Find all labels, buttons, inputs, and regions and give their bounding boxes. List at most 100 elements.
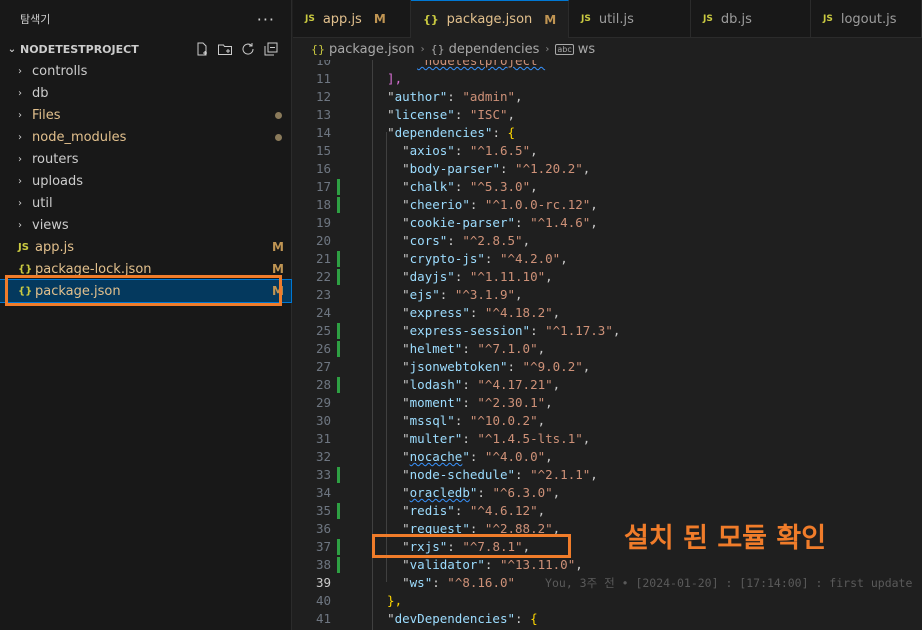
comma: ,: [590, 197, 598, 212]
comma: ,: [552, 521, 561, 536]
line-number: 11: [315, 71, 331, 86]
json-key: express: [409, 305, 463, 320]
tab-logout-js[interactable]: JS logout.js: [811, 0, 922, 38]
modified-badge: M: [272, 284, 284, 298]
line-number: 19: [315, 215, 331, 230]
bracket: },: [372, 593, 403, 608]
json-key: author: [394, 89, 440, 104]
json-value: ISC: [477, 107, 500, 122]
line-number: 39: [315, 575, 331, 590]
quote: ": [387, 125, 395, 140]
quote: ": [402, 269, 410, 284]
code-line: 38 "validator": "^13.11.0",: [293, 556, 922, 574]
string-icon: abc: [555, 43, 574, 55]
git-added-marker: [337, 557, 340, 573]
chevron-right-icon: ›: [18, 87, 22, 99]
code-text: "moment": "^2.30.1",: [372, 394, 553, 412]
comma: ,: [522, 539, 531, 554]
colon: :: [469, 449, 485, 464]
code-line: 18 "cheerio": "^1.0.0-rc.12",: [293, 196, 922, 214]
git-added-marker: [337, 467, 340, 483]
new-file-icon[interactable]: [194, 41, 210, 57]
json-value: ^4.2.0: [507, 251, 553, 266]
file-tree: › controlls › db › Files › node_modules › routers…: [0, 60, 292, 303]
json-file-icon: {}: [311, 42, 325, 56]
colon: :: [477, 485, 493, 500]
new-folder-icon[interactable]: [217, 41, 233, 57]
more-actions-icon[interactable]: ···: [257, 10, 275, 29]
tab-app-js[interactable]: JS app.js M: [293, 0, 411, 38]
tree-item-node-modules[interactable]: › node_modules: [0, 126, 291, 148]
breadcrumb: {} package.json › {} dependencies › abc …: [293, 38, 922, 60]
code-line: 14 "dependencies": {: [293, 124, 922, 142]
quote: ": [402, 413, 410, 428]
comma: ,: [552, 305, 561, 320]
quote: ": [402, 503, 410, 518]
code-line: 17 "chalk": "^5.3.0",: [293, 178, 922, 196]
json-value: ^1.6.5: [477, 143, 523, 158]
code-text: "validator": "^13.11.0",: [372, 556, 583, 574]
code-editor[interactable]: 10 "nodetestproject" 11 ], 12 "author": "a…: [293, 60, 922, 630]
code-line: 20 "cors": "^2.8.5",: [293, 232, 922, 250]
quote: ": [402, 341, 410, 356]
quote: ": [545, 305, 553, 320]
quote: ": [402, 197, 410, 212]
code-line: 29 "moment": "^2.30.1",: [293, 394, 922, 412]
breadcrumb-leaf[interactable]: ws: [578, 42, 595, 57]
tree-item-views[interactable]: › views: [0, 214, 291, 236]
tree-item-db[interactable]: › db: [0, 82, 291, 104]
quote: ": [402, 323, 410, 338]
tab-util-js[interactable]: JS util.js: [569, 0, 691, 38]
chevron-right-icon: ›: [18, 175, 22, 187]
annotation-text: 설치 된 모듈 확인: [624, 523, 827, 554]
comma: ,: [522, 233, 531, 248]
quote: ": [530, 503, 538, 518]
tree-item-package-json[interactable]: {} package.json M: [0, 279, 292, 303]
tree-item-util[interactable]: › util: [0, 192, 291, 214]
tree-item-app-js[interactable]: JS app.js M: [0, 236, 291, 258]
colon: :: [499, 161, 516, 176]
tree-item-routers[interactable]: › routers: [0, 148, 291, 170]
colon: :: [484, 251, 500, 266]
quote: ": [530, 341, 538, 356]
collapse-all-icon[interactable]: [263, 41, 279, 57]
quote: ": [402, 521, 410, 536]
breadcrumb-file[interactable]: package.json: [329, 42, 415, 57]
quote: ": [537, 395, 546, 410]
tab-db-js[interactable]: JS db.js: [691, 0, 811, 38]
tab-label: app.js: [322, 11, 362, 27]
changes-dot-icon: [265, 111, 291, 119]
line-number: 31: [315, 431, 331, 446]
colon: :: [432, 575, 448, 590]
quote: ": [507, 467, 516, 482]
code-line: 19 "cookie-parser": "^1.4.6",: [293, 214, 922, 232]
tree-item-files[interactable]: › Files: [0, 104, 291, 126]
quote: ": [462, 521, 470, 536]
breadcrumb-section[interactable]: dependencies: [449, 42, 540, 57]
code-line: 36 "request": "^2.88.2",: [293, 520, 922, 538]
code-text: "nocache": "^4.0.0",: [372, 448, 553, 466]
quote: ": [432, 287, 440, 302]
tree-item-package-lock-json[interactable]: {} package-lock.json M: [0, 258, 291, 280]
json-key: nocache: [409, 449, 463, 464]
line-number: 25: [315, 323, 331, 338]
quote: ": [402, 377, 410, 392]
json-value: ^9.0.2: [530, 359, 576, 374]
tab-package-json[interactable]: {} package.json M: [411, 0, 569, 38]
quote: ": [402, 467, 410, 482]
comma: ,: [537, 341, 546, 356]
code-line: 31 "multer": "^1.4.5-lts.1",: [293, 430, 922, 448]
tree-item-uploads[interactable]: › uploads: [0, 170, 291, 192]
comma: ,: [560, 251, 568, 266]
quote: ": [402, 485, 410, 500]
line-number: 27: [315, 359, 331, 374]
refresh-icon[interactable]: [240, 41, 256, 57]
tab-label: db.js: [720, 11, 752, 27]
comma: ,: [545, 269, 553, 284]
comma: ,: [552, 377, 561, 392]
colon: :: [454, 107, 470, 122]
tree-item-controlls[interactable]: › controlls: [0, 60, 291, 82]
json-key: cors: [409, 233, 440, 248]
project-root[interactable]: ⌄ NODETESTPROJECT: [0, 38, 291, 60]
line-number: 30: [315, 413, 331, 428]
